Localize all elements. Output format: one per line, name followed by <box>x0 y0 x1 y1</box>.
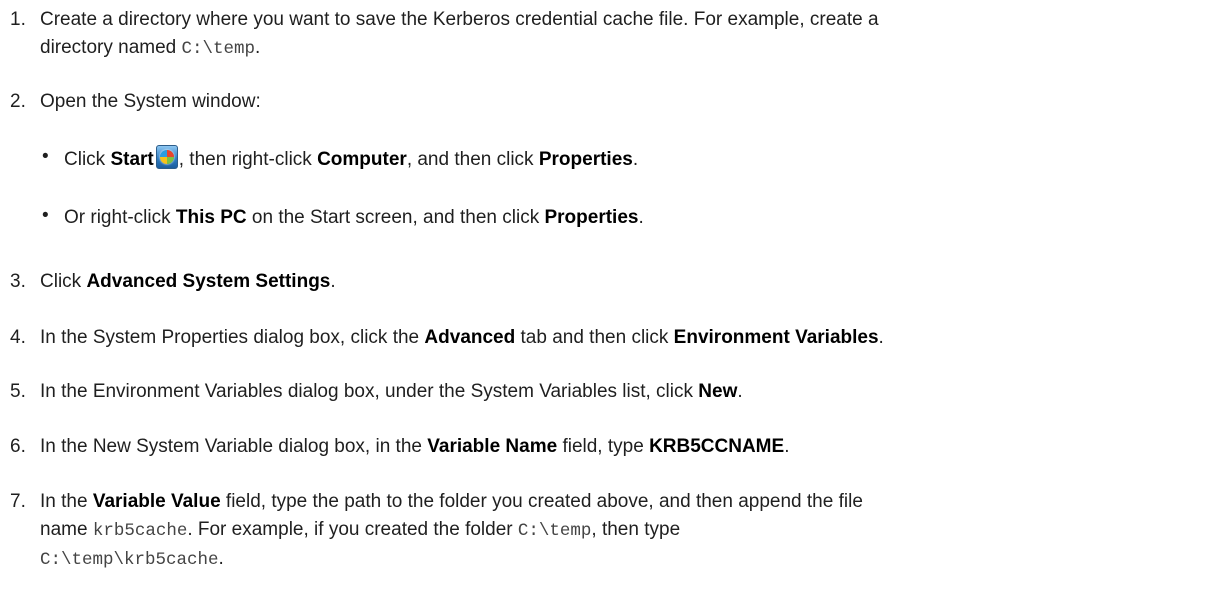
step-text: Click Advanced System Settings. <box>40 271 336 292</box>
windows-start-orb-icon <box>155 145 178 169</box>
step-number: 7. <box>10 491 26 512</box>
bullet-text: Click Start, then right-click Computer, … <box>64 145 638 174</box>
ui-term: Variable Name <box>427 436 558 457</box>
step-text: In the Environment Variables dialog box,… <box>40 381 743 402</box>
step-text: In the Variable Value field, type the pa… <box>40 488 1212 574</box>
path-code: C:\temp <box>517 521 592 541</box>
step-number: 5. <box>10 381 26 402</box>
step-text: In the System Properties dialog box, cli… <box>40 327 884 348</box>
step-line: In the Variable Value field, type the pa… <box>40 491 863 512</box>
step-line: Create a directory where you want to sav… <box>40 9 879 30</box>
ui-term: Advanced System Settings <box>86 271 331 292</box>
bullet-text: Or right-click This PC on the Start scre… <box>64 207 644 228</box>
step-line: name krb5cache. For example, if you crea… <box>40 519 681 541</box>
step-text: Create a directory where you want to sav… <box>40 6 1212 63</box>
ui-term: This PC <box>175 207 247 228</box>
step-number: 1. <box>10 9 26 30</box>
step-text: In the New System Variable dialog box, i… <box>40 436 790 457</box>
ui-term: Properties <box>538 149 633 170</box>
ui-term: Environment Variables <box>673 327 879 348</box>
step-number: 2. <box>10 91 26 112</box>
ui-term: Variable Value <box>92 491 221 512</box>
ui-term: New <box>698 381 738 402</box>
step-number: 4. <box>10 327 26 348</box>
path-code: C:\temp <box>181 39 256 59</box>
step-number: 6. <box>10 436 26 457</box>
step-line: directory named C:\temp. <box>40 37 261 59</box>
filename-code: krb5cache <box>92 521 188 541</box>
bullet-marker: • <box>42 146 49 167</box>
ui-term: Properties <box>544 207 639 228</box>
step-number: 3. <box>10 271 26 292</box>
ui-term: KRB5CCNAME <box>649 436 785 457</box>
step-text: Open the System window: <box>40 91 261 112</box>
ui-term: Computer <box>317 149 407 170</box>
bullet-marker: • <box>42 205 49 226</box>
path-code: C:\temp\krb5cache <box>40 550 219 570</box>
ui-term: Advanced <box>424 327 516 348</box>
step-line: C:\temp\krb5cache. <box>40 548 224 570</box>
ui-term: Start <box>110 149 154 170</box>
